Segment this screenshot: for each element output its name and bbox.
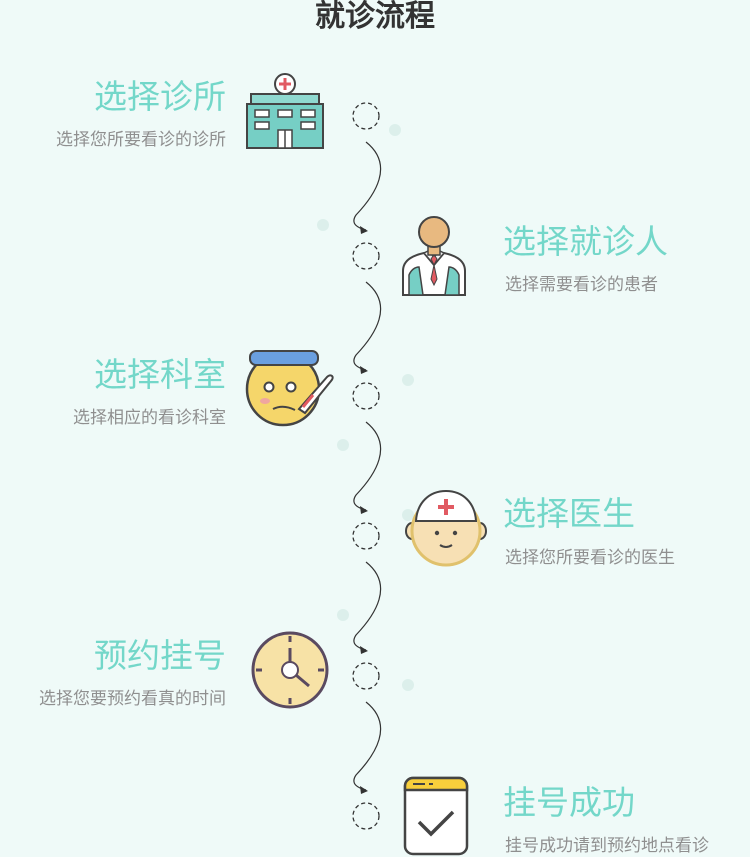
step-title-doctor: 选择医生 (503, 494, 635, 533)
step-desc-department: 选择相应的看诊科室 (73, 408, 226, 428)
doctor-person-icon (402, 216, 466, 296)
nurse-face-icon (405, 489, 487, 567)
timeline-node (352, 242, 380, 270)
timeline-arrow (353, 141, 382, 231)
step-desc-doctor: 选择您所要看诊的医生 (505, 548, 675, 568)
hospital-building-icon (246, 73, 324, 149)
step-desc-clinic: 选择您所要看诊的诊所 (56, 130, 226, 150)
step-desc-success: 挂号成功请到预约地点看诊 (505, 836, 709, 856)
timeline-node (352, 522, 380, 550)
step-title-appointment: 预约挂号 (94, 636, 226, 675)
step-title-department: 选择科室 (94, 355, 226, 394)
timeline-arrow (353, 701, 382, 791)
timeline-node (352, 382, 380, 410)
timeline-node (352, 662, 380, 690)
timeline-node (352, 802, 380, 830)
sick-face-thermometer-icon (245, 350, 334, 427)
timeline-node (352, 102, 380, 130)
checkmark-window-icon (403, 776, 469, 856)
step-title-success: 挂号成功 (503, 783, 635, 822)
step-title-clinic: 选择诊所 (94, 77, 226, 116)
step-title-patient: 选择就诊人 (503, 222, 668, 261)
timeline-arrow (353, 421, 382, 511)
timeline-arrow (353, 281, 382, 371)
timeline-arrow (353, 561, 382, 651)
step-desc-appointment: 选择您要预约看真的时间 (39, 689, 226, 709)
step-desc-patient: 选择需要看诊的患者 (505, 275, 658, 295)
clock-icon (251, 631, 329, 709)
